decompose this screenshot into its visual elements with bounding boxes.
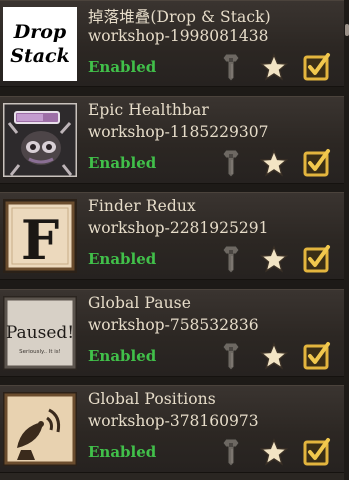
mod-list: Drop Stack 掉落堆叠(Drop & Stack) workshop-1… (0, 0, 344, 480)
drop-stack-logo-icon: Drop Stack (3, 7, 77, 81)
star-icon[interactable] (260, 342, 288, 370)
mod-status: Enabled (88, 154, 157, 172)
wrench-icon[interactable] (220, 147, 246, 179)
wrench-icon[interactable] (220, 243, 246, 275)
paused-sign-text: Paused! (6, 323, 74, 343)
mod-row-drop-stack[interactable]: Drop Stack 掉落堆叠(Drop & Stack) workshop-1… (0, 0, 344, 87)
mod-title: Global Pause (88, 294, 192, 312)
star-icon[interactable] (260, 245, 288, 273)
mod-row-global-positions[interactable]: Global Positions workshop-378160973 Enab… (0, 385, 344, 473)
mod-row-global-pause[interactable]: Paused! Seriously.. It is! Global Pause … (0, 289, 344, 377)
star-icon[interactable] (260, 149, 288, 177)
mod-title: 掉落堆叠(Drop & Stack) (88, 8, 271, 26)
paused-sign-subtext: Seriously.. It is! (19, 349, 61, 355)
star-icon[interactable] (260, 438, 288, 466)
mod-title: Global Positions (88, 390, 216, 408)
mod-workshop-id: workshop-1185229307 (88, 123, 269, 141)
wrench-icon[interactable] (220, 436, 246, 468)
checkbox-checked-icon[interactable] (302, 52, 332, 82)
satellite-dish-icon (3, 392, 77, 466)
finder-logo-letter: F (21, 208, 59, 272)
checkbox-checked-icon[interactable] (302, 148, 332, 178)
logo-text-line1: Drop (13, 21, 67, 43)
mod-workshop-id: workshop-758532836 (88, 316, 259, 334)
mod-status: Enabled (88, 443, 157, 461)
scrollbar-thumb[interactable] (345, 24, 349, 36)
logo-text-line2: Stack (10, 45, 70, 67)
wrench-icon[interactable] (220, 51, 246, 83)
mod-status: Enabled (88, 250, 157, 268)
mod-workshop-id: workshop-378160973 (88, 412, 259, 430)
mod-workshop-id: workshop-1998081438 (88, 27, 269, 45)
mod-title: Epic Healthbar (88, 101, 209, 119)
wrench-icon[interactable] (220, 340, 246, 372)
healthbar-creature-icon (3, 103, 77, 177)
finder-letter-icon: F (3, 199, 77, 273)
checkbox-checked-icon[interactable] (302, 341, 332, 371)
mod-row-finder-redux[interactable]: F Finder Redux workshop-2281925291 Enabl… (0, 192, 344, 280)
checkbox-checked-icon[interactable] (302, 244, 332, 274)
mod-workshop-id: workshop-2281925291 (88, 219, 269, 237)
mod-status: Enabled (88, 347, 157, 365)
mod-status: Enabled (88, 58, 157, 76)
paused-sign-icon: Paused! Seriously.. It is! (3, 296, 77, 370)
mod-row-epic-healthbar[interactable]: Epic Healthbar workshop-1185229307 Enabl… (0, 96, 344, 184)
list-bottom-edge (0, 473, 344, 480)
checkbox-checked-icon[interactable] (302, 437, 332, 467)
mod-title: Finder Redux (88, 197, 196, 215)
star-icon[interactable] (260, 53, 288, 81)
